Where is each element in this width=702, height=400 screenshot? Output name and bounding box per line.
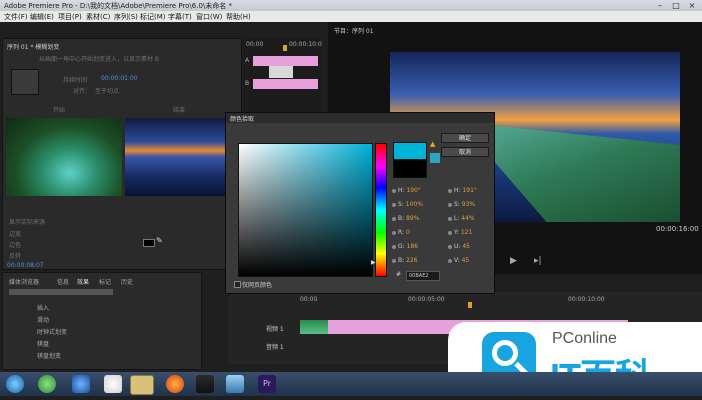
menu-clip[interactable]: 素材(C) (86, 12, 110, 22)
clip-b-bar[interactable] (253, 79, 318, 89)
duration-value[interactable]: 00:00:01:00 (101, 75, 138, 82)
firefox-icon[interactable] (166, 375, 184, 393)
alignment-label: 对齐： (73, 88, 92, 95)
track-a-label: A (245, 57, 250, 64)
taskbar: Pr (0, 372, 702, 396)
menu-window[interactable]: 窗口(W) (196, 12, 222, 22)
hue-slider[interactable] (375, 143, 387, 277)
alignment-select[interactable]: 至于切点 (95, 86, 119, 95)
clip-b-thumbnail (125, 118, 241, 196)
ruler-end: 00:00:10:0 (289, 41, 322, 48)
border-color-swatch[interactable] (143, 239, 155, 247)
timeline-clip-thumb[interactable] (300, 320, 328, 334)
border-width-label: 边宽 (9, 231, 22, 238)
step-forward-icon[interactable]: ▸| (534, 256, 542, 266)
s-field[interactable]: S: 100% (392, 201, 423, 208)
hsl-h-field[interactable]: H: 191° (448, 187, 477, 194)
g-field[interactable]: G: 186 (392, 243, 418, 250)
hex-prefix: # (396, 271, 402, 278)
tab-history[interactable]: 历史 (121, 277, 133, 286)
old-color-swatch (393, 159, 427, 178)
r-field[interactable]: R: 0 (392, 229, 410, 236)
menu-project[interactable]: 项目(P) (58, 12, 82, 22)
dialog-title: 颜色拾取 (230, 116, 255, 123)
current-timecode[interactable]: 00:00:08:07 (7, 262, 44, 269)
b-field[interactable]: B: 226 (392, 257, 418, 264)
hsl-l-field[interactable]: L: 44% (448, 215, 475, 222)
menu-bar: 文件(F) 编辑(E) 项目(P) 素材(C) 序列(S) 标记(M) 字幕(T… (0, 11, 702, 22)
ok-button[interactable]: 确定 (441, 133, 489, 143)
transition-bar[interactable] (269, 66, 293, 78)
yuv-y-field[interactable]: Y: 121 (448, 229, 472, 236)
color-picker-dialog: 颜色拾取 ▶ 确定 取消 ▲ H: 190° S: 100% B: 89% R:… (225, 112, 495, 294)
qq-icon[interactable] (104, 375, 122, 393)
maximize-button[interactable]: □ (668, 0, 684, 11)
program-timecode: 00:00:16:00 (656, 225, 699, 233)
timeline-playhead[interactable] (468, 302, 472, 308)
clip-a-bar[interactable] (253, 56, 318, 66)
play-icon[interactable]: ▶ (510, 256, 517, 266)
minimize-button[interactable]: – (652, 0, 668, 11)
program-monitor-tab[interactable]: 节目：序列 01 (334, 26, 374, 35)
start-button-icon[interactable] (6, 375, 24, 393)
effects-search-input[interactable] (9, 289, 113, 295)
effects-panel: 媒体浏览器 信息 效果 标记 历史 插入 滑动 时钟式划变 棋盘 棋盘划变 (2, 272, 202, 370)
cancel-button[interactable]: 取消 (441, 147, 489, 157)
tab-info[interactable]: 信息 (57, 277, 69, 286)
ie-icon[interactable] (72, 375, 90, 393)
effect-controls-tab[interactable]: 序列 01 * 模糊划变 (7, 42, 59, 51)
ruler-start: 00:00 (246, 41, 264, 48)
timeline-ruler-10: 00:00:10:00 (568, 296, 605, 303)
transition-description: 从画面一角中心开始划变进入，以显示素材 B (39, 56, 160, 63)
show-actual-sources[interactable]: 显示实际来源 (9, 217, 45, 226)
tab-media-browser[interactable]: 媒体浏览器 (9, 277, 39, 286)
end-label: 结束 (173, 107, 186, 114)
web-only-checkbox[interactable] (234, 281, 241, 288)
saturation-brightness-field[interactable] (238, 143, 373, 277)
brightness-field[interactable]: B: 89% (392, 215, 419, 222)
app-window-icon[interactable] (226, 375, 244, 393)
gamut-color-swatch[interactable] (430, 153, 440, 163)
menu-file[interactable]: 文件(F) (4, 12, 28, 22)
close-button[interactable]: × (684, 0, 700, 11)
media-player-icon[interactable] (196, 375, 214, 393)
playhead[interactable] (283, 45, 287, 51)
premiere-pro-icon[interactable]: Pr (258, 375, 276, 393)
timeline-ruler-0: 00:00 (300, 296, 318, 303)
explorer-icon[interactable] (130, 375, 154, 395)
window-title: Adobe Premiere Pro - D:\我的文档\Adobe\Premi… (4, 2, 233, 10)
transition-preview[interactable] (11, 69, 39, 95)
brand-name: PConline (552, 330, 617, 347)
menu-marker[interactable]: 标记(M) (140, 12, 166, 22)
dialog-titlebar: 颜色拾取 (226, 113, 494, 123)
hue-slider-arrow-icon[interactable]: ▶ (371, 259, 376, 266)
hex-input[interactable]: 00BAE2 (406, 271, 440, 281)
yuv-u-field[interactable]: U: 45 (448, 243, 470, 250)
border-color-label: 边色 (9, 242, 22, 249)
audio-track-label: 音频 1 (266, 344, 284, 351)
video-track-label: 视频 1 (266, 326, 284, 333)
hsl-s-field[interactable]: S: 93% (448, 201, 475, 208)
timeline-ruler-5: 00:00:05:00 (408, 296, 445, 303)
browser-360-icon[interactable] (38, 375, 56, 393)
clip-a-thumbnail (6, 118, 122, 196)
menu-title[interactable]: 字幕(T) (168, 12, 192, 22)
menu-help[interactable]: 帮助(H) (226, 12, 251, 22)
title-bar: Adobe Premiere Pro - D:\我的文档\Adobe\Premi… (0, 0, 702, 11)
track-b-label: B (245, 80, 250, 87)
menu-edit[interactable]: 编辑(E) (30, 12, 54, 22)
tab-effects[interactable]: 效果 (77, 277, 89, 286)
menu-sequence[interactable]: 序列(S) (114, 12, 138, 22)
duration-label: 持续时间 (63, 77, 88, 84)
tab-markers[interactable]: 标记 (99, 277, 111, 286)
eyedropper-icon[interactable]: ✎ (156, 236, 163, 245)
h-field[interactable]: H: 190° (392, 187, 421, 194)
web-only-label: 仅网页颜色 (242, 282, 273, 289)
reverse-label: 反转 (9, 253, 22, 260)
start-label: 开始 (53, 107, 66, 114)
gamut-warning-icon[interactable]: ▲ (430, 140, 435, 148)
yuv-v-field[interactable]: V: 45 (448, 257, 469, 264)
